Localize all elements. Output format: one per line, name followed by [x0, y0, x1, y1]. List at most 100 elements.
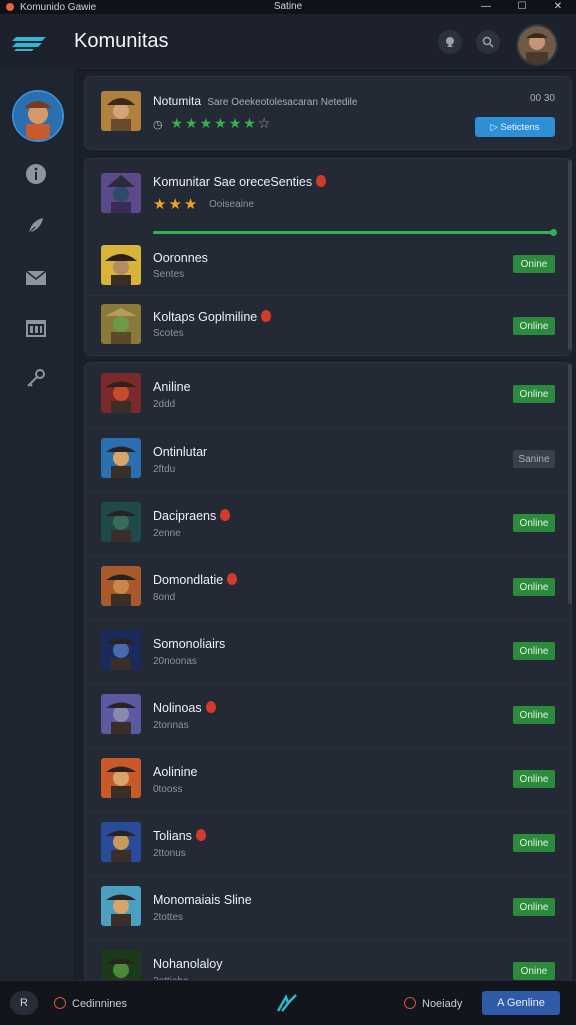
member-sub: 2ttonus: [153, 848, 186, 859]
fire-icon: [195, 829, 206, 841]
member-name: Nolinoas: [153, 701, 216, 715]
member-sub: 2tonnas: [153, 720, 189, 731]
settings-link[interactable]: Cedinnines: [54, 997, 127, 1010]
primary-action-button[interactable]: A Genline: [482, 991, 560, 1015]
member-thumbnail: [101, 822, 141, 862]
list-item[interactable]: Koltaps Goplmiline Scotes: [85, 295, 571, 360]
window-titlebar: Komunido Gawie Satine — ☐ ✕: [0, 0, 576, 14]
member-sub: Scotes: [153, 328, 184, 339]
minimize-button[interactable]: —: [468, 0, 504, 14]
member-name-text: Somonoliairs: [153, 637, 226, 651]
group-title: Komunitar Sae oreceSenties: [153, 175, 327, 189]
list-item[interactable]: Tolians 2ttonus Online: [85, 811, 571, 876]
member-sub: 0tooss: [153, 784, 183, 795]
group-scrollbar[interactable]: [568, 160, 572, 350]
maximize-button[interactable]: ☐: [504, 0, 540, 14]
member-thumbnail: [101, 566, 141, 606]
list-item[interactable]: Nolinoas 2tonnas Online: [85, 683, 571, 748]
status-badge: Online: [513, 385, 555, 403]
member-name: Aniline: [153, 380, 191, 394]
list-scrollbar[interactable]: [568, 364, 572, 604]
info-icon: [26, 164, 46, 184]
signal-icon[interactable]: [276, 993, 298, 1013]
app-header: Komunitas: [0, 14, 576, 71]
sidebar-item-info[interactable]: [24, 162, 48, 186]
sidebar-item-feather[interactable]: [24, 214, 48, 238]
featured-card[interactable]: Notumita Sare Oeekeotolesacaran Netedile…: [84, 76, 572, 150]
member-name: Nohanolaloy: [153, 957, 223, 971]
member-sub: Sentes: [153, 269, 185, 280]
member-name: Ooronnes: [153, 251, 208, 265]
list-item[interactable]: Monomaiais Sline 2tottes Online: [85, 875, 571, 940]
app-name: Komunido Gawie: [20, 1, 97, 13]
mail-icon: [25, 270, 47, 285]
member-thumbnail: [101, 438, 141, 478]
sidebar: [0, 70, 75, 980]
member-name: Ontinlutar: [153, 445, 207, 459]
member-name: Koltaps Goplmiline: [153, 310, 272, 324]
status-link[interactable]: Noeiady: [404, 997, 462, 1010]
timer-icon: ◷: [153, 119, 165, 131]
status-badge: Online: [513, 578, 555, 596]
list-item[interactable]: Aniline 2ddd Online: [85, 363, 571, 427]
status-badge: Online: [513, 770, 555, 788]
status-badge: Online: [513, 317, 555, 335]
member-thumbnail: [101, 373, 141, 413]
chat-icon: [446, 37, 454, 47]
member-name-text: Aniline: [153, 380, 191, 394]
group-rating: ★★★: [153, 196, 200, 213]
member-name-text: Nohanolaloy: [153, 957, 223, 971]
group-subtitle: Ooiseaine: [209, 199, 255, 210]
status-badge: Onine: [513, 962, 555, 980]
member-sub: 2ftdu: [153, 464, 176, 475]
member-thumbnail: [101, 886, 141, 926]
calendar-icon: [26, 320, 46, 337]
fire-icon: [220, 509, 231, 521]
list-item[interactable]: Domondlatie 8ond Online: [85, 555, 571, 620]
list-item[interactable]: Somonoliairs 20noonas Online: [85, 619, 571, 684]
list-item[interactable]: Nohanolaloy 2ottiaha Onine: [85, 939, 571, 981]
list-item[interactable]: Dacipraens 2enne Online: [85, 491, 571, 556]
list-item[interactable]: Ooronnes Sentes: [85, 229, 571, 293]
member-name: Aolinine: [153, 765, 197, 779]
member-sub: 8ond: [153, 592, 176, 603]
star-empty-icon: ☆: [257, 115, 273, 131]
bottom-bar: R Cedinnines Noeiady A Genline: [0, 980, 576, 1025]
group-thumbnail: [101, 173, 141, 213]
member-thumbnail: [101, 950, 141, 981]
member-name-text: Aolinine: [153, 765, 198, 779]
menu-logo-icon[interactable]: [12, 34, 48, 52]
member-sub: 2enne: [153, 528, 181, 539]
key-icon: [27, 369, 45, 387]
sidebar-item-calendar[interactable]: [24, 316, 48, 340]
featured-time: 00 30: [529, 93, 555, 104]
member-name: Tolians: [153, 829, 206, 843]
member-thumbnail: [101, 304, 141, 344]
profile-button[interactable]: R: [10, 991, 38, 1015]
main-content: Notumita Sare Oeekeotolesacaran Netedile…: [84, 76, 572, 982]
member-name: Domondlatie: [153, 573, 238, 587]
featured-play-button[interactable]: ▷ Setictens: [475, 117, 555, 137]
help-button[interactable]: [476, 30, 500, 54]
fire-icon: [227, 573, 238, 585]
members-list: Aniline 2ddd Online Ontinlutar 2ftdu Sanine Da…: [84, 362, 572, 982]
list-item[interactable]: Ontinlutar 2ftdu Sanine: [85, 427, 571, 492]
chat-button[interactable]: [438, 30, 462, 54]
status-badge: Online: [513, 642, 555, 660]
sidebar-item-mail[interactable]: [24, 266, 48, 290]
sidebar-item-key[interactable]: [24, 366, 48, 390]
sidebar-avatar[interactable]: [12, 90, 64, 142]
close-button[interactable]: ✕: [540, 0, 576, 14]
member-thumbnail: [101, 630, 141, 670]
featured-subtitle: Sare Oeekeotolesacaran Netedile: [207, 97, 358, 108]
user-avatar[interactable]: [516, 24, 558, 66]
featured-rating: ◷ ★★★★★★☆: [153, 115, 272, 132]
list-item[interactable]: Aolinine 0tooss Online: [85, 747, 571, 812]
page-title: Komunitas: [74, 30, 169, 52]
status-badge: Online: [513, 834, 555, 852]
fire-icon: [205, 701, 216, 713]
status-badge: Online: [513, 706, 555, 724]
help-icon: [482, 36, 494, 48]
featured-name: Notumita: [153, 94, 202, 108]
feather-icon: [27, 218, 43, 235]
